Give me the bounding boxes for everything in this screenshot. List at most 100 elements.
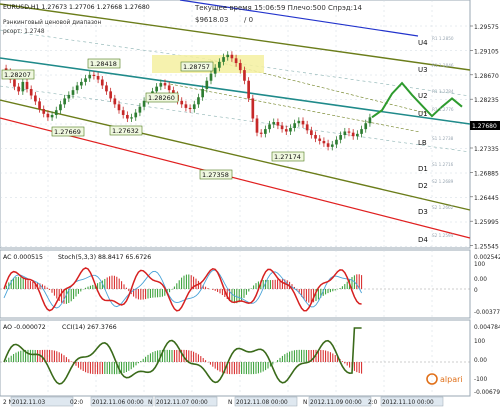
candle-body — [226, 54, 230, 58]
candle-body — [213, 67, 217, 74]
price-label-text: 1.27174 — [274, 153, 301, 161]
ao-axis-label: -0.006797 — [474, 390, 500, 396]
price-label-text: 1.28757 — [183, 63, 210, 71]
candle-body — [100, 79, 104, 86]
balance: $9618.03 — [195, 16, 228, 24]
candle-body — [184, 104, 188, 108]
candle-body — [318, 138, 322, 141]
candle-body — [167, 85, 171, 91]
candle-body — [63, 98, 66, 105]
candle-body — [326, 143, 330, 147]
level-sublabel: R1 1.2784 — [432, 89, 454, 94]
ac-axis-label: 0.002542 — [474, 255, 500, 261]
stoch-label: Stoch(5,3,3) 88.8417 65.6726 — [58, 254, 151, 261]
ao-axis-label: 0.004784 — [474, 325, 500, 331]
candle-body — [218, 61, 221, 68]
candle-body — [71, 90, 75, 95]
candle-body — [34, 95, 37, 102]
candle-body — [126, 114, 129, 119]
candle-body — [67, 94, 71, 99]
indicator-sub: рсорт: 1.2748 — [3, 29, 45, 35]
time-label: 02:0 — [70, 400, 83, 406]
level-labels: U4 U3 U2 U1 LB D1 D2 D3 D4 R1 1.2850 R1 1.2846 R1 1… — [418, 36, 454, 244]
ao-axis-label: 100 — [474, 339, 485, 345]
level-sublabel: R1 1.2776 — [432, 107, 454, 112]
candle-body — [109, 91, 112, 99]
candle-body — [243, 70, 246, 81]
candle-body — [134, 112, 138, 118]
price-label-text: 1.28418 — [90, 60, 117, 68]
candle-body — [335, 139, 338, 145]
candle-body — [247, 80, 250, 99]
candle-body — [192, 104, 196, 110]
slash-zero: / 0 — [244, 16, 253, 24]
candle-body — [209, 73, 213, 81]
ac-label: AC 0.000515 — [3, 254, 43, 261]
chart-window: 1.28207 1.28418 1.28260 1.28757 1.27669 1.276… — [0, 0, 500, 408]
candle-body — [322, 140, 326, 144]
candle-body — [272, 122, 276, 125]
ac-axis-label: 100 — [474, 262, 485, 268]
candle-body — [117, 104, 121, 111]
candle-body — [251, 98, 255, 119]
candle-body — [310, 130, 313, 136]
ao-axis-label: 0.00 — [474, 358, 487, 364]
indicator-name: Рэнкинговый ценовой диапазон — [3, 19, 101, 26]
price-label-text: 1.27358 — [202, 171, 229, 179]
level-name: U1 — [418, 110, 428, 118]
channel-inner-lower — [0, 85, 471, 153]
time-label: 2012.11.08 00:00 — [236, 400, 288, 406]
price-label-text: 1.27669 — [54, 128, 81, 136]
candle-body — [330, 144, 334, 147]
candle-body — [130, 117, 133, 119]
regression-channels — [0, 0, 471, 239]
candle-body — [259, 132, 263, 134]
level-sublabel: S2 1.2594 — [432, 233, 454, 238]
ac-stoch-panel: 0.002542100 0.00 0 -0.003779 — [0, 255, 500, 316]
price-tick-label: 1.25995 — [474, 219, 499, 226]
candle-body — [46, 113, 50, 118]
time-label: 2012.11.09 00:00 — [310, 400, 362, 406]
candle-body — [17, 86, 20, 92]
time-label: N — [228, 400, 232, 406]
candle-body — [364, 123, 368, 130]
candle-body — [356, 133, 359, 137]
symbol-line: EURUSD,H1 1.27673 1.27706 1.27668 1.2768… — [3, 4, 150, 11]
candle-body — [343, 131, 347, 136]
level-sublabel: S2 1.2662 — [432, 205, 454, 210]
time-axis: 2 N 2012.11.03 02:0 2012.11.06 00:00 N 2012.… — [3, 396, 444, 407]
candle-body — [88, 74, 92, 79]
price-tick-label: 1.29105 — [474, 48, 499, 55]
candle-body — [255, 118, 259, 133]
candle-body — [13, 79, 16, 87]
candle-body — [238, 63, 242, 71]
candle-body — [339, 135, 342, 140]
candle-body — [80, 81, 83, 86]
price-tick-label: 1.28670 — [474, 73, 499, 80]
price-tick-label: 1.27335 — [474, 146, 499, 153]
candle-body — [234, 58, 238, 64]
level-sublabel: R1 1.2846 — [432, 63, 454, 68]
ao-label: AO -0.000072 — [3, 324, 46, 331]
channel-lower-line — [0, 99, 471, 211]
cci-label: CCI(14) 267.3766 — [62, 324, 117, 331]
candle-body — [347, 131, 351, 133]
price-tick-label: 1.26885 — [474, 170, 499, 177]
level-sublabel: S2 1.2689 — [432, 179, 454, 184]
level-name: U4 — [418, 39, 428, 47]
candle-body — [59, 104, 62, 111]
price-tick-label: 1.29575 — [474, 24, 499, 31]
candle-body — [368, 117, 372, 124]
candle-body — [105, 85, 108, 92]
candle-body — [197, 97, 200, 105]
price-label-text: 1.28260 — [148, 94, 175, 102]
ac-axis-label: 0 — [474, 288, 478, 294]
price-label-text: 1.27632 — [112, 127, 139, 135]
candle-body — [50, 114, 54, 118]
candle-body — [264, 129, 267, 134]
time-label: 2012.11.03 — [12, 400, 46, 406]
ao-axis-label: -100 — [474, 377, 487, 383]
time-label: 2012.11.07 00:00 — [156, 400, 208, 406]
candle-body — [142, 100, 146, 107]
time-label: 2012.11.06 00:00 — [92, 400, 144, 406]
